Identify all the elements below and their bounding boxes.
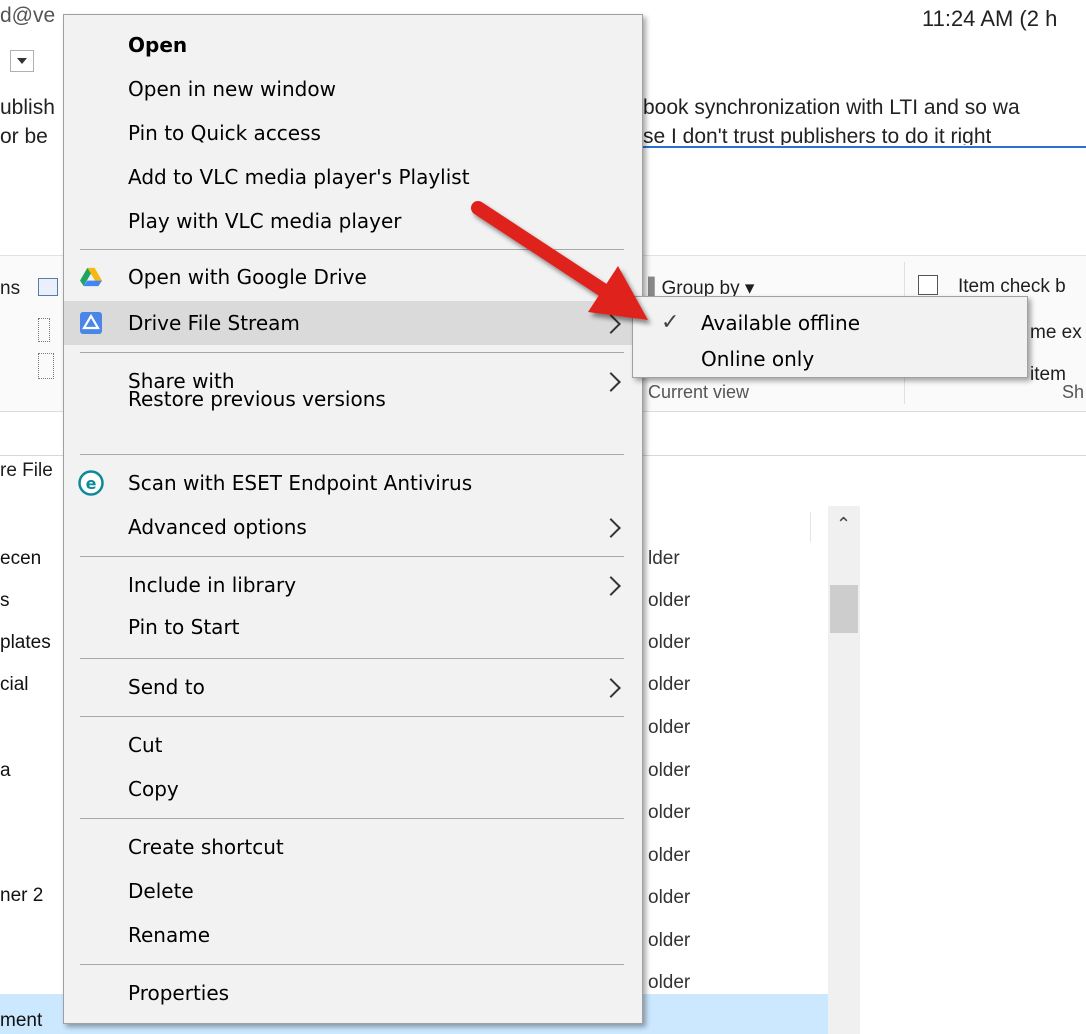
item-check-boxes-checkbox[interactable] — [918, 275, 938, 295]
menu-separator — [80, 556, 624, 557]
hidden-items-label: item — [1030, 364, 1066, 385]
link-underline — [640, 146, 1086, 148]
menu-separator — [80, 249, 624, 250]
submenu-item-online-only[interactable]: Online only — [633, 345, 1025, 381]
menu-item-cut[interactable]: Cut — [64, 725, 642, 765]
file-type: older — [648, 972, 691, 993]
file-type: older — [648, 674, 691, 695]
menu-item-eset-scan[interactable]: e Scan with ESET Endpoint Antivirus — [64, 463, 642, 503]
file-type: older — [648, 760, 691, 781]
svg-text:e: e — [86, 474, 97, 493]
file-type: older — [648, 717, 691, 738]
menu-item-copy[interactable]: Copy — [64, 769, 642, 809]
email-body-line1-right: book synchronization with LTI and so wa — [643, 96, 1020, 119]
menu-item-create-shortcut[interactable]: Create shortcut — [64, 827, 642, 867]
submenu-chevron-icon — [601, 678, 621, 698]
menu-item-add-vlc-playlist[interactable]: Add to VLC media player's Playlist — [64, 157, 642, 197]
column-divider[interactable] — [810, 512, 811, 542]
file-name[interactable]: cial — [0, 674, 29, 696]
file-type: lder — [648, 548, 680, 564]
menu-item-properties[interactable]: Properties — [64, 973, 642, 1013]
email-body-line2-left: or be — [0, 125, 48, 145]
file-name[interactable]: s — [0, 590, 10, 612]
menu-item-play-vlc[interactable]: Play with VLC media player — [64, 201, 642, 241]
menu-separator — [80, 454, 624, 455]
submenu-chevron-icon — [601, 576, 621, 596]
ribbon-panes-label: ns — [0, 278, 21, 299]
email-body-line1-left: ublish — [0, 96, 55, 119]
menu-separator — [80, 658, 624, 659]
chevron-down-icon — [17, 58, 27, 64]
menu-item-open-google-drive[interactable]: Open with Google Drive — [64, 257, 642, 297]
file-type: older — [648, 845, 691, 866]
menu-separator — [80, 964, 624, 965]
drive-file-stream-submenu: ✓ Available offline Online only — [632, 296, 1028, 378]
menu-item-advanced-options[interactable]: Advanced options — [64, 507, 642, 547]
file-name[interactable]: plates — [0, 632, 51, 654]
address-breadcrumb[interactable]: re File — [0, 460, 53, 482]
menu-item-open-new-window[interactable]: Open in new window — [64, 69, 642, 109]
file-type: older — [648, 930, 691, 951]
menu-item-rename[interactable]: Rename — [64, 915, 642, 955]
checkmark-icon: ✓ — [661, 310, 680, 335]
drive-file-stream-icon — [80, 312, 102, 334]
scrollbar-thumb[interactable] — [830, 585, 858, 633]
restore-previous-versions-label: Restore previous versions — [128, 387, 386, 411]
file-type: older — [648, 632, 691, 653]
menu-separator — [80, 716, 624, 717]
file-name[interactable]: a — [0, 760, 11, 782]
file-name[interactable]: ment — [0, 1010, 42, 1032]
details-pane-icon[interactable] — [38, 318, 50, 342]
menu-item-send-to[interactable]: Send to — [64, 667, 642, 707]
submenu-chevron-icon — [601, 314, 621, 334]
menu-item-pin-quick-access[interactable]: Pin to Quick access — [64, 113, 642, 153]
file-name-extensions-label: me ex — [1030, 322, 1082, 343]
google-drive-icon — [80, 267, 102, 287]
email-dropdown-button[interactable] — [10, 50, 34, 72]
item-check-boxes-label: Item check b — [958, 276, 1066, 297]
menu-item-open[interactable]: Open — [64, 25, 642, 65]
menu-item-drive-file-stream[interactable]: Drive File Stream — [64, 301, 642, 345]
menu-item-delete[interactable]: Delete — [64, 871, 642, 911]
file-type: older — [648, 887, 691, 908]
submenu-chevron-icon — [601, 518, 621, 538]
menu-item-include-library[interactable]: Include in library — [64, 565, 642, 605]
eset-icon: e — [78, 470, 104, 496]
email-sender: d@ve — [0, 4, 56, 27]
file-type: older — [648, 590, 691, 611]
menu-item-pin-start[interactable]: Pin to Start — [64, 609, 642, 649]
scroll-up-icon[interactable]: ⌃ — [836, 514, 851, 535]
file-name[interactable]: ecen — [0, 548, 41, 564]
show-hide-group-label: Sh — [1062, 382, 1085, 402]
email-body-line2-right: se I don't trust publishers to do it rig… — [643, 125, 992, 145]
context-menu: Open Open in new window Pin to Quick acc… — [63, 14, 643, 1024]
email-timestamp: 11:24 AM (2 h — [922, 6, 1058, 31]
file-name[interactable]: ner 2 — [0, 885, 43, 907]
preview-pane-icon[interactable] — [38, 278, 58, 296]
menu-separator — [80, 818, 624, 819]
submenu-item-available-offline[interactable]: ✓ Available offline — [633, 305, 1025, 341]
file-type: older — [648, 802, 691, 823]
list-view-icon[interactable] — [38, 353, 54, 379]
menu-separator — [80, 352, 624, 353]
current-view-group-label: Current view — [648, 382, 750, 402]
